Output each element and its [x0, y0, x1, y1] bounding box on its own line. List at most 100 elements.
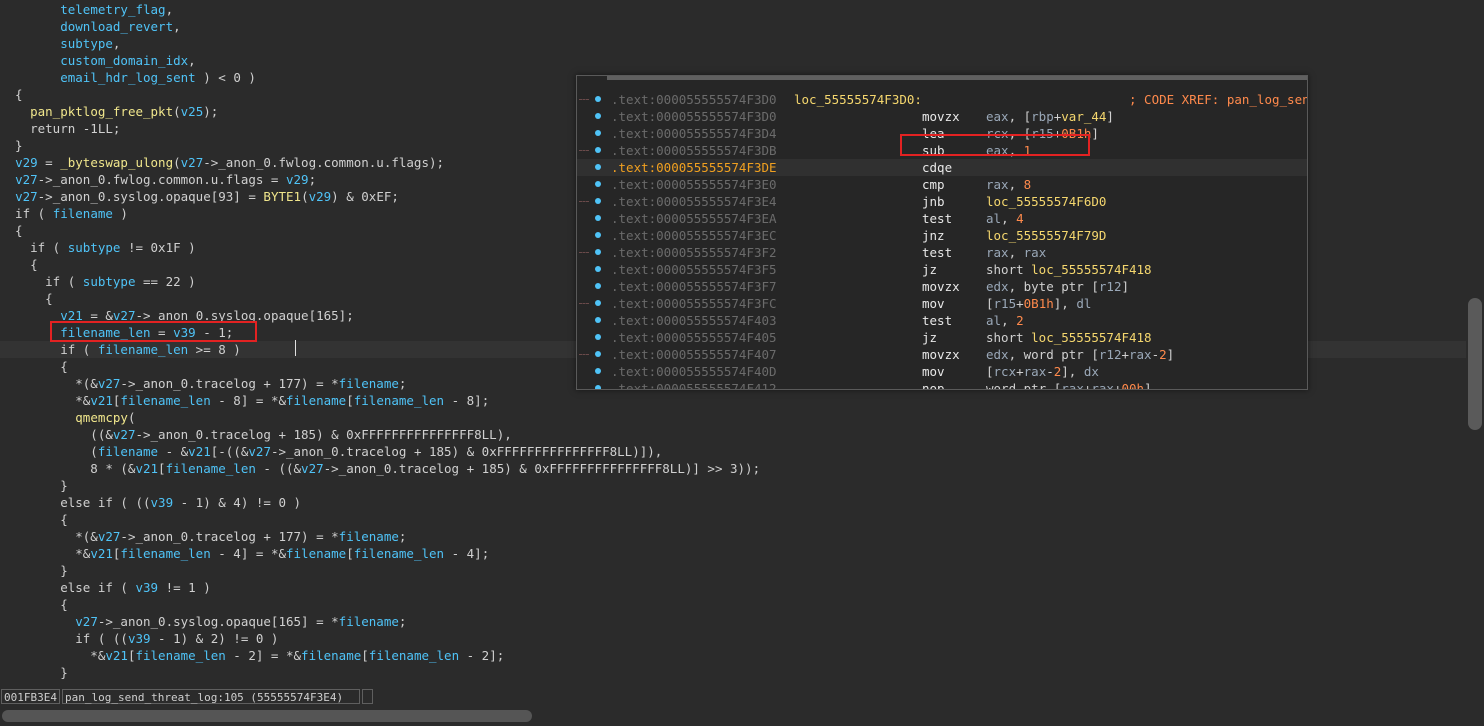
disasm-row[interactable]: .text:000055555574F3F7 movzx edx, byte ptr… — [577, 278, 1307, 295]
code-identifier[interactable]: filename_len — [135, 648, 225, 663]
code-identifier[interactable]: filename_len — [354, 393, 444, 408]
code-identifier[interactable]: v27 — [15, 172, 38, 187]
disasm-row[interactable]: .text:000055555574F3DB sub eax, 1 — [577, 142, 1307, 159]
breakpoint-dot-icon[interactable] — [595, 266, 601, 272]
code-identifier[interactable]: filename — [286, 393, 346, 408]
breakpoint-dot-icon[interactable] — [595, 164, 601, 170]
code-identifier[interactable]: v25 — [181, 104, 204, 119]
vertical-scrollbar[interactable] — [1466, 0, 1484, 686]
code-identifier[interactable]: v21 — [90, 546, 113, 561]
code-line[interactable]: download_revert, — [0, 18, 1484, 35]
code-identifier[interactable]: v39 — [135, 580, 158, 595]
code-line[interactable]: } — [0, 664, 1484, 681]
code-identifier[interactable]: filename_len — [60, 325, 150, 340]
code-identifier[interactable]: email_hdr_log_sent — [60, 70, 195, 85]
disasm-row[interactable]: .text:000055555574F3D0 loc_55555574F3D0:;… — [577, 91, 1307, 108]
code-line[interactable]: qmemcpy( — [0, 409, 1484, 426]
disasm-row[interactable]: .text:000055555574F3E4 jnb loc_55555574F6D… — [577, 193, 1307, 210]
code-identifier[interactable]: v21 — [105, 648, 128, 663]
code-line[interactable]: if ( ((v39 - 1) & 2) != 0 ) — [0, 630, 1484, 647]
code-identifier[interactable]: filename_len — [369, 648, 459, 663]
disasm-label[interactable]: loc_55555574F3D0: — [794, 91, 922, 108]
code-identifier[interactable]: filename — [301, 648, 361, 663]
breakpoint-dot-icon[interactable] — [595, 215, 601, 221]
code-identifier[interactable]: v27 — [181, 155, 204, 170]
disasm-row[interactable]: .text:000055555574F403 test al, 2 — [577, 312, 1307, 329]
code-identifier[interactable]: v21 — [188, 444, 211, 459]
code-identifier[interactable]: v21 — [60, 308, 83, 323]
breakpoint-dot-icon[interactable] — [595, 368, 601, 374]
code-identifier[interactable]: v27 — [113, 427, 136, 442]
code-identifier[interactable]: filename — [53, 206, 113, 221]
code-identifier[interactable]: subtype — [68, 240, 121, 255]
disasm-row[interactable]: .text:000055555574F3EA test al, 4 — [577, 210, 1307, 227]
code-identifier[interactable]: filename — [339, 529, 399, 544]
code-identifier[interactable]: v21 — [135, 461, 158, 476]
code-identifier[interactable]: filename — [339, 376, 399, 391]
breakpoint-dot-icon[interactable] — [595, 232, 601, 238]
code-identifier[interactable]: v27 — [98, 376, 121, 391]
disasm-row[interactable]: .text:000055555574F3F2 test rax, rax — [577, 244, 1307, 261]
disasm-row[interactable]: .text:000055555574F407 movzx edx, word ptr… — [577, 346, 1307, 363]
code-identifier[interactable]: v27 — [301, 461, 324, 476]
code-identifier[interactable]: download_revert — [60, 19, 173, 34]
code-line[interactable]: *&v21[filename_len - 8] = *&filename[fil… — [0, 392, 1484, 409]
code-line[interactable]: *(&v27->_anon_0.tracelog + 177) = *filen… — [0, 528, 1484, 545]
code-line[interactable]: 8 * (&v21[filename_len - ((&v27->_anon_0… — [0, 460, 1484, 477]
code-line[interactable]: *&v21[filename_len - 4] = *&filename[fil… — [0, 545, 1484, 562]
code-identifier[interactable]: telemetry_flag — [60, 2, 165, 17]
breakpoint-dot-icon[interactable] — [595, 317, 601, 323]
disasm-row[interactable]: .text:000055555574F3DE cdqe — [577, 159, 1307, 176]
code-line[interactable]: ((&v27->_anon_0.tracelog + 185) & 0xFFFF… — [0, 426, 1484, 443]
disasm-row[interactable]: .text:000055555574F3D0 movzx eax, [rbp+var… — [577, 108, 1307, 125]
disasm-row[interactable]: .text:000055555574F3D4 lea rcx, [r15+0B1h] — [577, 125, 1307, 142]
disasm-row[interactable]: .text:000055555574F3FC mov [r15+0B1h], dl — [577, 295, 1307, 312]
code-line[interactable]: } — [0, 477, 1484, 494]
disasm-row[interactable]: .text:000055555574F3F5 jz short loc_555555… — [577, 261, 1307, 278]
code-identifier[interactable]: v27 — [98, 529, 121, 544]
disasm-symbol[interactable]: loc_55555574F6D0 — [986, 194, 1106, 209]
code-identifier[interactable]: v27 — [248, 444, 271, 459]
code-line[interactable]: telemetry_flag, — [0, 1, 1484, 18]
code-identifier[interactable]: filename — [339, 614, 399, 629]
breakpoint-dot-icon[interactable] — [595, 147, 601, 153]
breakpoint-dot-icon[interactable] — [595, 300, 601, 306]
code-identifier[interactable]: filename — [98, 444, 158, 459]
code-line[interactable]: { — [0, 596, 1484, 613]
code-identifier[interactable]: filename_len — [120, 393, 210, 408]
horizontal-scrollbar-thumb[interactable] — [2, 710, 532, 722]
code-function-name[interactable]: pan_pktlog_free_pkt — [30, 104, 173, 119]
code-identifier[interactable]: filename_len — [98, 342, 188, 357]
disasm-symbol[interactable]: loc_55555574F418 — [1031, 262, 1151, 277]
breakpoint-dot-icon[interactable] — [595, 96, 601, 102]
code-identifier[interactable]: v27 — [75, 614, 98, 629]
code-identifier[interactable]: v39 — [151, 495, 174, 510]
breakpoint-dot-icon[interactable] — [595, 113, 601, 119]
code-line[interactable]: else if ( v39 != 1 ) — [0, 579, 1484, 596]
breakpoint-dot-icon[interactable] — [595, 351, 601, 357]
code-identifier[interactable]: v29 — [15, 155, 38, 170]
code-line[interactable]: { — [0, 511, 1484, 528]
code-identifier[interactable]: v27 — [113, 308, 136, 323]
code-line[interactable]: *&v21[filename_len - 2] = *&filename[fil… — [0, 647, 1484, 664]
code-line[interactable]: } — [0, 562, 1484, 579]
code-identifier[interactable]: v27 — [15, 189, 38, 204]
code-identifier[interactable]: filename — [286, 546, 346, 561]
breakpoint-dot-icon[interactable] — [595, 249, 601, 255]
code-line[interactable]: else if ( ((v39 - 1) & 4) != 0 ) — [0, 494, 1484, 511]
disasm-row[interactable]: .text:000055555574F405 jz short loc_555555… — [577, 329, 1307, 346]
code-identifier[interactable]: v29 — [286, 172, 309, 187]
breakpoint-dot-icon[interactable] — [595, 283, 601, 289]
code-identifier[interactable]: subtype — [83, 274, 136, 289]
disasm-row[interactable]: .text:000055555574F40D mov [rcx+rax-2], dx — [577, 363, 1307, 380]
disasm-row[interactable]: .text:000055555574F412 nop word ptr [rax+r… — [577, 380, 1307, 389]
code-identifier[interactable]: v39 — [173, 325, 196, 340]
code-function-name[interactable]: BYTE1 — [263, 189, 301, 204]
code-function-name[interactable]: qmemcpy — [75, 410, 128, 425]
code-identifier[interactable]: v29 — [309, 189, 332, 204]
vertical-scrollbar-thumb[interactable] — [1468, 298, 1482, 430]
code-line[interactable]: custom_domain_idx, — [0, 52, 1484, 69]
disasm-row[interactable]: .text:000055555574F3EC jnz loc_55555574F79… — [577, 227, 1307, 244]
breakpoint-dot-icon[interactable] — [595, 130, 601, 136]
code-line[interactable]: subtype, — [0, 35, 1484, 52]
